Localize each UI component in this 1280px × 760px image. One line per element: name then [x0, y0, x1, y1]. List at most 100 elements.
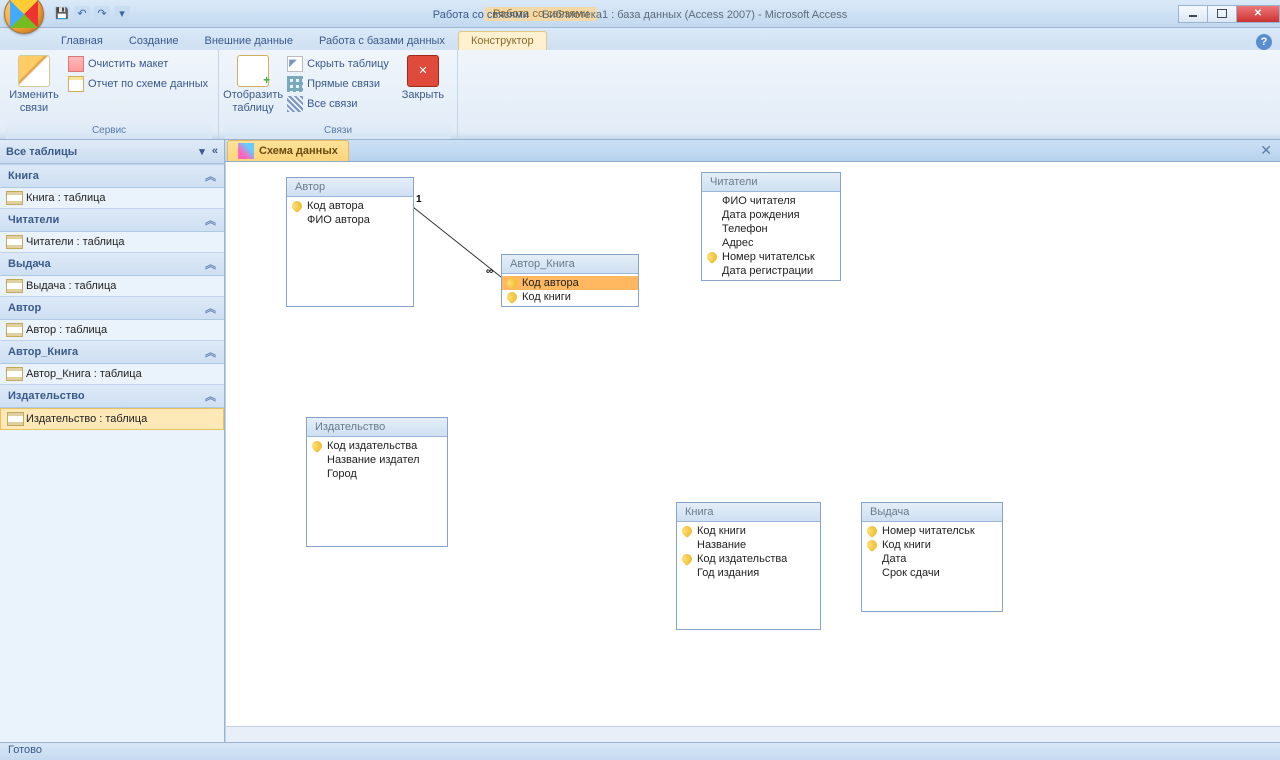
clear-layout-button[interactable]: Очистить макет — [64, 55, 212, 73]
relationships-canvas[interactable]: 1∞ ∞1 1∞ ∞1 1∞ 1∞ Автор Код автораФИО ав… — [225, 162, 1280, 742]
save-icon[interactable]: 💾 — [54, 6, 70, 22]
workspace: Все таблицы ▾ « Книга︽Книга : таблицаЧит… — [0, 140, 1280, 742]
relationships-icon — [238, 143, 254, 159]
horizontal-scrollbar[interactable] — [226, 726, 1280, 742]
group-label-tools: Сервис — [6, 123, 212, 139]
pencil-icon — [18, 55, 50, 87]
chevron-up-icon: ︽ — [205, 388, 216, 404]
tab-home[interactable]: Главная — [48, 31, 116, 50]
qat-dropdown-icon[interactable]: ▾ — [114, 6, 130, 22]
field-row[interactable]: ФИО автора — [287, 213, 413, 227]
nav-group-header[interactable]: Автор_Книга︽ — [0, 340, 224, 364]
close-icon: ✕ — [407, 55, 439, 87]
undo-icon[interactable]: ↶ — [74, 6, 90, 22]
table-izdatelstvo[interactable]: Издательство Код издательстваНазвание из… — [306, 417, 448, 547]
field-row[interactable]: ФИО читателя — [702, 194, 840, 208]
nav-group-header[interactable]: Издательство︽ — [0, 384, 224, 408]
show-table-button[interactable]: Отобразить таблицу — [225, 53, 281, 116]
field-row[interactable]: Код книги — [502, 290, 638, 304]
ribbon-group-relationships: Отобразить таблицу Скрыть таблицу Прямые… — [219, 50, 458, 139]
field-row[interactable]: Номер читателськ — [862, 524, 1002, 538]
redo-icon[interactable]: ↷ — [94, 6, 110, 22]
nav-collapse-icon[interactable]: « — [212, 145, 218, 158]
quick-access-toolbar: 💾 ↶ ↷ ▾ — [54, 6, 130, 22]
nav-item[interactable]: Автор : таблица — [0, 320, 224, 340]
window-title: Работа со связями Библиотека1 : база дан… — [433, 7, 848, 21]
doc-tab-relationships[interactable]: Схема данных — [227, 140, 349, 161]
field-row[interactable]: Название — [677, 538, 820, 552]
chevron-up-icon: ︽ — [205, 344, 216, 360]
nav-group-header[interactable]: Читатели︽ — [0, 208, 224, 232]
tab-create[interactable]: Создание — [116, 31, 192, 50]
document-area: Схема данных ✕ 1∞ ∞1 1∞ ∞1 1∞ 1∞ Автор — [225, 140, 1280, 742]
field-row[interactable]: Дата — [862, 552, 1002, 566]
all-relations-button[interactable]: Все связи — [283, 95, 393, 113]
table-header: Выдача — [862, 503, 1002, 522]
chevron-up-icon: ︽ — [205, 256, 216, 272]
svg-text:∞: ∞ — [486, 266, 493, 277]
field-row[interactable]: Номер читателськ — [702, 250, 840, 264]
add-table-icon — [237, 55, 269, 87]
relationship-report-button[interactable]: Отчет по схеме данных — [64, 75, 212, 93]
nav-group-header[interactable]: Автор︽ — [0, 296, 224, 320]
edit-relationships-button[interactable]: Изменить связи — [6, 53, 62, 116]
nav-item[interactable]: Выдача : таблица — [0, 276, 224, 296]
field-row[interactable]: Название издател — [307, 453, 447, 467]
tab-design[interactable]: Конструктор — [458, 31, 547, 50]
svg-text:1: 1 — [416, 194, 422, 205]
nav-dropdown-icon[interactable]: ▾ — [199, 145, 205, 158]
field-row[interactable]: Код автора — [287, 199, 413, 213]
ribbon: Изменить связи Очистить макет Отчет по с… — [0, 50, 1280, 140]
help-icon[interactable]: ? — [1256, 34, 1272, 50]
all-icon — [287, 96, 303, 112]
nav-item[interactable]: Автор_Книга : таблица — [0, 364, 224, 384]
ribbon-tab-strip: Главная Создание Внешние данные Работа с… — [0, 28, 1280, 50]
direct-icon — [287, 76, 303, 92]
field-row[interactable]: Код книги — [862, 538, 1002, 552]
table-header: Автор_Книга — [502, 255, 638, 274]
maximize-button[interactable] — [1207, 5, 1237, 23]
close-window-button[interactable]: ✕ — [1236, 5, 1280, 23]
field-row[interactable]: Телефон — [702, 222, 840, 236]
eraser-icon — [68, 56, 84, 72]
close-button[interactable]: ✕ Закрыть — [395, 53, 451, 104]
field-row[interactable]: Код издательства — [307, 439, 447, 453]
field-row[interactable]: Дата регистрации — [702, 264, 840, 278]
field-row[interactable]: Код книги — [677, 524, 820, 538]
table-header: Книга — [677, 503, 820, 522]
doc-close-button[interactable]: ✕ — [1256, 142, 1276, 159]
nav-header[interactable]: Все таблицы ▾ « — [0, 140, 224, 164]
field-row[interactable]: Город — [307, 467, 447, 481]
field-row[interactable]: Адрес — [702, 236, 840, 250]
field-row[interactable]: Срок сдачи — [862, 566, 1002, 580]
tab-database[interactable]: Работа с базами данных — [306, 31, 458, 50]
nav-item[interactable]: Издательство : таблица — [0, 408, 224, 430]
chevron-up-icon: ︽ — [205, 212, 216, 228]
nav-group-header[interactable]: Выдача︽ — [0, 252, 224, 276]
window-controls: ✕ — [1179, 5, 1280, 23]
field-row[interactable]: Дата рождения — [702, 208, 840, 222]
nav-group-header[interactable]: Книга︽ — [0, 164, 224, 188]
nav-item[interactable]: Читатели : таблица — [0, 232, 224, 252]
table-avtor-kniga[interactable]: Автор_Книга Код автораКод книги — [501, 254, 639, 307]
table-vydacha[interactable]: Выдача Номер читателськКод книгиДатаСрок… — [861, 502, 1003, 612]
field-row[interactable]: Код автора — [502, 276, 638, 290]
hide-icon — [287, 56, 303, 72]
navigation-pane: Все таблицы ▾ « Книга︽Книга : таблицаЧит… — [0, 140, 225, 742]
table-avtor[interactable]: Автор Код автораФИО автора — [286, 177, 414, 307]
status-bar: Готово — [0, 742, 1280, 760]
table-header: Автор — [287, 178, 413, 197]
ribbon-group-tools: Изменить связи Очистить макет Отчет по с… — [0, 50, 219, 139]
minimize-button[interactable] — [1178, 5, 1208, 23]
table-chitateli[interactable]: Читатели ФИО читателяДата рожденияТелефо… — [701, 172, 841, 281]
direct-relations-button[interactable]: Прямые связи — [283, 75, 393, 93]
group-label-relationships: Связи — [225, 123, 451, 139]
table-kniga[interactable]: Книга Код книгиНазваниеКод издательстваГ… — [676, 502, 821, 630]
chevron-up-icon: ︽ — [205, 168, 216, 184]
hide-table-button[interactable]: Скрыть таблицу — [283, 55, 393, 73]
chevron-up-icon: ︽ — [205, 300, 216, 316]
nav-item[interactable]: Книга : таблица — [0, 188, 224, 208]
tab-external[interactable]: Внешние данные — [192, 31, 306, 50]
field-row[interactable]: Код издательства — [677, 552, 820, 566]
field-row[interactable]: Год издания — [677, 566, 820, 580]
